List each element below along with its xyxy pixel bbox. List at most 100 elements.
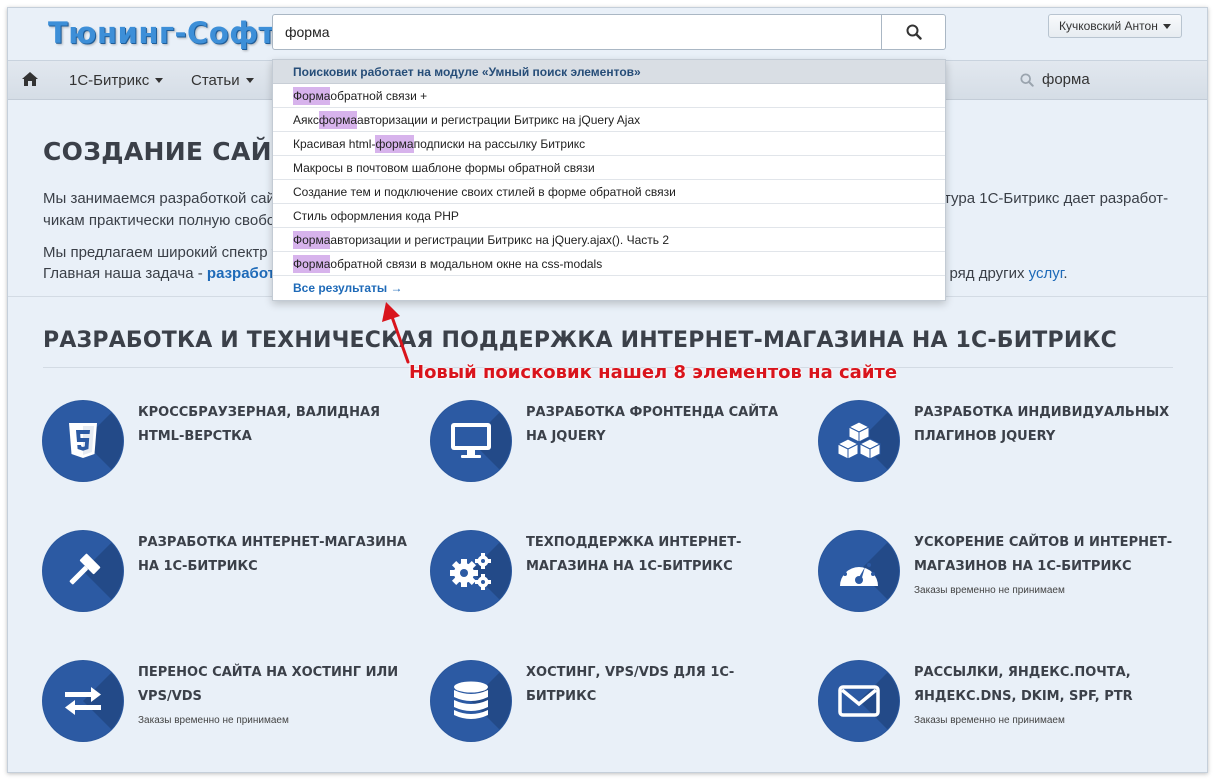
- suggestion-item[interactable]: Стиль оформления кода PHP: [273, 204, 945, 228]
- intro-text-left-4: Главная наша задача - разработ: [43, 263, 275, 285]
- service-title: КРОССБРАУЗЕРНАЯ, ВАЛИДНАЯ HTML-ВЕРСТКА: [138, 405, 381, 444]
- service-eshop-development[interactable]: РАЗРАБОТКА ИНТЕРНЕТ-МАГАЗИНА НА 1С-БИТРИ…: [43, 531, 407, 631]
- search-input[interactable]: [273, 15, 881, 49]
- suggestion-item[interactable]: Форма обратной связи +: [273, 84, 945, 108]
- services-link[interactable]: услуг: [1029, 265, 1064, 282]
- intro-text-fragment: Главная наша задача -: [43, 265, 207, 282]
- suggestion-text: Аякс: [293, 112, 319, 127]
- user-menu-button[interactable]: Кучковский Антон: [1048, 14, 1182, 38]
- nav-item-label: 1С-Битрикс: [69, 72, 150, 89]
- cubes-icon: [837, 422, 881, 460]
- suggestion-text: Стиль оформления кода PHP: [293, 208, 459, 223]
- speedometer-icon: [840, 559, 878, 586]
- suggestion-text: авторизации и регистрации Битрикс на jQu…: [330, 232, 670, 247]
- intro-text-fragment: .: [1063, 265, 1068, 282]
- transfer-icon: [65, 687, 101, 715]
- site-logo[interactable]: Тюнинг-Софт: [48, 16, 276, 50]
- service-circle: [43, 401, 123, 481]
- service-frontend-jquery[interactable]: РАЗРАБОТКА ФРОНТЕНДА САЙТА НА JQUERY: [431, 401, 791, 501]
- service-circle: [819, 661, 899, 741]
- suggestion-text: подписки на рассылку Битрикс: [413, 136, 586, 151]
- suggestion-item[interactable]: Макросы в почтовом шаблоне формы обратно…: [273, 156, 945, 180]
- search-icon: [1020, 72, 1034, 87]
- intro-text-left-1: Мы занимаемся разработкой сайт: [43, 190, 282, 207]
- nav-item-articles[interactable]: Статьи: [191, 72, 254, 89]
- service-title: УСКОРЕНИЕ САЙТОВ И ИНТЕРНЕТ-МАГАЗИНОВ НА…: [914, 535, 1173, 574]
- suggestion-text: Красивая html-: [293, 136, 376, 151]
- intro-text-fragment: е ряд других: [937, 265, 1029, 282]
- service-circle: [43, 661, 123, 741]
- service-title: ХОСТИНГ, VPS/VDS ДЛЯ 1С-БИТРИКС: [526, 665, 735, 704]
- suggestion-match: форма: [375, 134, 414, 153]
- service-title: РАЗРАБОТКА ФРОНТЕНДА САЙТА НА JQUERY: [526, 405, 779, 444]
- service-note: Заказы временно не принимаем: [914, 715, 1065, 726]
- service-hosting-vps[interactable]: ХОСТИНГ, VPS/VDS ДЛЯ 1С-БИТРИКС: [431, 661, 791, 761]
- gears-icon: [450, 553, 491, 590]
- search-button[interactable]: [881, 15, 945, 49]
- all-results-link[interactable]: Все результаты →: [273, 276, 945, 300]
- nav-home[interactable]: [22, 72, 38, 91]
- service-title: РАССЫЛКИ, ЯНДЕКС.ПОЧТА, ЯНДЕКС.DNS, DKIM…: [914, 665, 1133, 704]
- service-circle: [431, 531, 511, 611]
- nav-search-text: форма: [1042, 71, 1090, 88]
- suggestion-item[interactable]: Аякс форма авторизации и регистрации Бит…: [273, 108, 945, 132]
- nav-item-bitrix[interactable]: 1С-Битрикс: [69, 72, 164, 89]
- dropdown-header: Поисковик работает на модуле «Умный поис…: [273, 60, 945, 84]
- suggestion-match: Форма: [293, 254, 331, 273]
- suggestion-text: обратной связи +: [330, 88, 428, 103]
- annotation-caption: Новый поисковик нашел 8 элементов на сай…: [409, 362, 898, 383]
- service-html-markup[interactable]: КРОССБРАУЗЕРНАЯ, ВАЛИДНАЯ HTML-ВЕРСТКА: [43, 401, 403, 501]
- page-title: СОЗДАНИЕ САЙТО: [43, 137, 311, 166]
- suggestion-item[interactable]: Создание тем и подключение своих стилей …: [273, 180, 945, 204]
- suggestion-text: Макросы в почтовом шаблоне формы обратно…: [293, 160, 595, 175]
- suggestion-text: авторизации и регистрации Битрикс на jQu…: [357, 112, 641, 127]
- service-circle: [43, 531, 123, 611]
- home-icon: [22, 72, 38, 86]
- intro-text-left-3: Мы предлагаем широкий спектр у: [43, 244, 280, 261]
- service-title: РАЗРАБОТКА ИНДИВИДУАЛЬНЫХ ПЛАГИНОВ JQUER…: [914, 405, 1170, 444]
- caret-down-icon: [245, 78, 254, 83]
- service-note: Заказы временно не принимаем: [914, 585, 1065, 596]
- html5-icon: [69, 423, 97, 458]
- nav-item-label: Статьи: [191, 72, 240, 89]
- intro-text-left-2: чикам практически полную свобод: [43, 212, 284, 229]
- browser-page: Тюнинг-Софт Кучковский Антон 1С-Битрикс: [7, 7, 1208, 773]
- suggestion-text: обратной связи в модальном окне на css-m…: [330, 256, 603, 271]
- service-title: ТЕХПОДДЕРЖКА ИНТЕРНЕТ-МАГАЗИНА НА 1С-БИТ…: [526, 535, 742, 574]
- service-jquery-plugins[interactable]: РАЗРАБОТКА ИНДИВИДУАЛЬНЫХ ПЛАГИНОВ JQUER…: [819, 401, 1179, 501]
- suggestion-item[interactable]: Форма авторизации и регистрации Битрикс …: [273, 228, 945, 252]
- section-title: РАЗРАБОТКА И ТЕХНИЧЕСКАЯ ПОДДЕРЖКА ИНТЕР…: [43, 328, 1117, 353]
- search-box: [272, 14, 946, 50]
- service-mailing[interactable]: РАССЫЛКИ, ЯНДЕКС.ПОЧТА, ЯНДЕКС.DNS, DKIM…: [819, 661, 1179, 761]
- site-header: Тюнинг-Софт Кучковский Антон: [8, 8, 1207, 60]
- nav-search[interactable]: форма: [1020, 71, 1090, 88]
- service-circle: [819, 401, 899, 481]
- caret-down-icon: [155, 78, 164, 83]
- suggestion-item[interactable]: Красивая html-форма подписки на рассылку…: [273, 132, 945, 156]
- gavel-icon: [69, 553, 101, 585]
- caret-down-icon: [1162, 23, 1171, 29]
- suggestion-match: Форма: [293, 86, 331, 105]
- search-suggestions-dropdown: Поисковик работает на модуле «Умный поис…: [272, 59, 946, 301]
- service-circle: [431, 401, 511, 481]
- service-eshop-support[interactable]: ТЕХПОДДЕРЖКА ИНТЕРНЕТ-МАГАЗИНА НА 1С-БИТ…: [431, 531, 791, 631]
- suggestion-match: форма: [318, 110, 358, 129]
- service-title: РАЗРАБОТКА ИНТЕРНЕТ-МАГАЗИНА НА 1С-БИТРИ…: [138, 535, 407, 574]
- user-name: Кучковский Антон: [1059, 19, 1158, 33]
- service-circle: [431, 661, 511, 741]
- suggestion-match: Форма: [293, 230, 331, 249]
- service-note: Заказы временно не принимаем: [138, 715, 289, 726]
- intro-text-right-1: тура 1С-Битрикс дает разработ-: [944, 190, 1169, 207]
- annotation-arrow-icon: [382, 302, 410, 364]
- service-speedup[interactable]: УСКОРЕНИЕ САЙТОВ И ИНТЕРНЕТ-МАГАЗИНОВ НА…: [819, 531, 1179, 631]
- database-icon: [454, 681, 488, 719]
- envelope-icon: [838, 685, 880, 717]
- monitor-icon: [451, 423, 491, 458]
- suggestion-text: Создание тем и подключение своих стилей …: [293, 184, 676, 199]
- suggestion-item[interactable]: Форма обратной связи в модальном окне на…: [273, 252, 945, 276]
- service-circle: [819, 531, 899, 611]
- service-hosting-transfer[interactable]: ПЕРЕНОС САЙТА НА ХОСТИНГ ИЛИ VPS/VDS Зак…: [43, 661, 403, 761]
- development-link[interactable]: разработ: [207, 265, 275, 282]
- intro-text-right-4: е ряд других услуг.: [937, 263, 1068, 285]
- service-title: ПЕРЕНОС САЙТА НА ХОСТИНГ ИЛИ VPS/VDS: [138, 665, 399, 704]
